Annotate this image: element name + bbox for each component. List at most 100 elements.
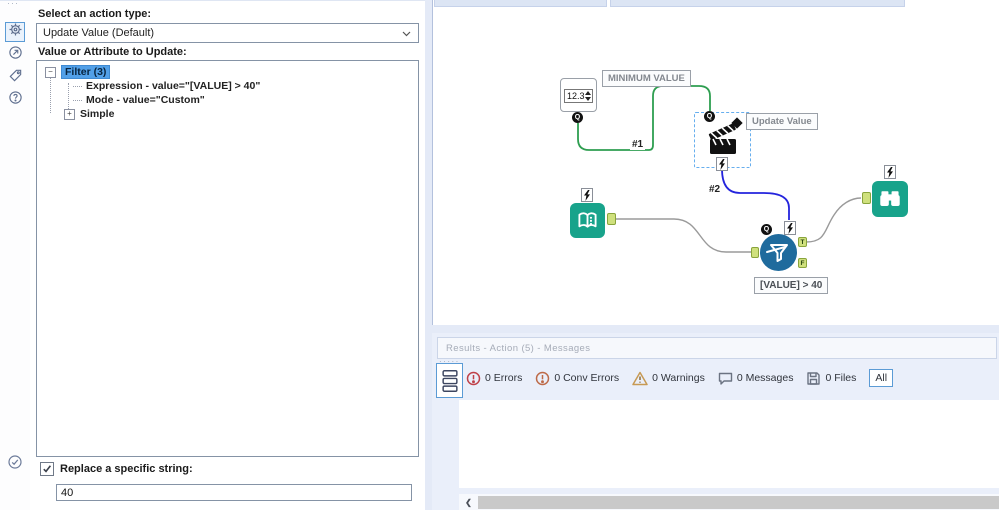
q-port-letter: Q [574, 114, 581, 121]
textinput-bolt-anchor[interactable] [581, 188, 593, 202]
scrollbar-thumb[interactable] [478, 495, 999, 509]
question-anchor[interactable]: Q [761, 224, 772, 235]
funnel-icon [765, 243, 788, 262]
question-anchor[interactable]: Q [704, 111, 715, 122]
tree-node-filter[interactable]: Filter (3) [61, 65, 111, 79]
apply-check-button[interactable] [5, 454, 25, 474]
lightning-bolt-icon [787, 222, 793, 234]
conv-errors-counter[interactable]: 0 Conv Errors [535, 371, 619, 386]
tree-node-expression[interactable]: Expression - value="[VALUE] > 40" [86, 80, 260, 92]
connection-label-2[interactable]: #2 [707, 184, 723, 195]
action-output-bolt-anchor[interactable] [716, 157, 728, 171]
filter-input-bolt-anchor[interactable] [784, 221, 796, 235]
configuration-gear-button[interactable] [5, 22, 25, 42]
connection-wire-gray-input-to-filter [616, 218, 751, 253]
numeric-value: 12.3 [567, 91, 585, 101]
results-content-area [459, 400, 999, 488]
warning-triangle-icon [632, 371, 648, 385]
q-port-letter: Q [763, 226, 770, 233]
check-circle-icon [7, 454, 23, 475]
replace-string-checkbox[interactable] [40, 462, 54, 476]
scroll-left-arrow[interactable]: ❮ [459, 498, 478, 507]
connection-wire-blue [721, 168, 790, 220]
connection-label-1[interactable]: #1 [630, 139, 646, 150]
results-header: Results - Action (5) - Messages [437, 337, 997, 359]
tree-row-filter[interactable]: − Filter (3) [45, 65, 111, 79]
conv-errors-count-label: 0 Conv Errors [554, 372, 620, 384]
messages-count-label: 0 Messages [736, 372, 794, 384]
action-type-label: Select an action type: [38, 8, 152, 20]
filter-true-output-anchor[interactable]: T [798, 237, 807, 247]
browse-input-anchor[interactable] [862, 192, 871, 204]
checkmark-icon [43, 465, 52, 473]
sidebar-drag-handle[interactable]: ··· [7, 0, 19, 8]
gear-icon [8, 22, 23, 42]
expand-icon[interactable]: + [64, 108, 75, 120]
action-configuration-panel: Select an action type: Update Value (Def… [30, 0, 425, 510]
errors-count-label: 0 Errors [485, 372, 523, 384]
textinput-output-anchor[interactable] [607, 213, 616, 225]
files-count-label: 0 Files [825, 372, 857, 384]
filter-all-button[interactable]: All [869, 369, 894, 387]
attribute-to-update-label: Value or Attribute to Update: [38, 46, 187, 58]
navigation-arrow-icon [8, 45, 23, 65]
alteryx-designer-window: { "sidebar": { "icons": ["settings-gear"… [0, 0, 999, 510]
open-book-icon [578, 212, 597, 228]
help-button[interactable] [5, 90, 25, 110]
results-counters-row: 0 Errors 0 Conv Errors 0 Warnings 0 Mess… [466, 366, 894, 390]
numeric-updown-spinbox[interactable]: 12.3 [564, 89, 593, 103]
browse-bolt-anchor[interactable] [884, 165, 896, 179]
tree-node-mode[interactable]: Mode - value="Custom" [86, 94, 205, 106]
numeric-updown-tool[interactable]: 12.3 [560, 78, 597, 112]
tree-connector [73, 99, 82, 101]
f-port-letter: F [800, 260, 805, 267]
warnings-count-label: 0 Warnings [652, 372, 705, 384]
collapse-icon[interactable]: − [45, 66, 56, 78]
messages-view-button[interactable] [436, 363, 463, 398]
tag-icon [8, 68, 23, 88]
file-save-icon [807, 371, 821, 385]
annotation-filter-expression[interactable]: [VALUE] > 40 [754, 277, 829, 294]
error-circle-icon [466, 371, 481, 385]
lightning-bolt-icon [719, 158, 725, 170]
results-title: Results - Action (5) - Messages [446, 342, 591, 354]
message-bubble-icon [718, 372, 733, 385]
chevron-down-icon [402, 24, 418, 42]
text-input-tool[interactable] [570, 203, 605, 238]
annotation-minimum-value[interactable]: MINIMUM VALUE [602, 70, 691, 87]
action-type-dropdown[interactable]: Update Value (Default) [36, 23, 419, 43]
panel-splitter-vertical[interactable] [425, 0, 432, 510]
errors-counter[interactable]: 0 Errors [466, 371, 522, 386]
spinner-arrows-icon[interactable] [585, 91, 592, 101]
browse-tool[interactable] [872, 181, 908, 217]
lightning-bolt-icon [584, 189, 590, 201]
navigation-button[interactable] [5, 45, 25, 65]
filter-tool[interactable] [760, 234, 797, 271]
filter-false-output-anchor[interactable]: F [798, 258, 807, 268]
filter-input-anchor[interactable] [751, 247, 759, 258]
tree-connector [73, 85, 82, 87]
filter-all-label: All [875, 372, 888, 384]
replace-string-row: Replace a specific string: [40, 462, 193, 476]
replace-string-input[interactable] [56, 484, 412, 501]
lightning-bolt-icon [887, 166, 893, 178]
tree-guide-line [50, 77, 51, 113]
action-type-selected-value: Update Value (Default) [43, 27, 155, 39]
attribute-tree: − Filter (3) Expression - value="[VALUE]… [36, 60, 419, 457]
annotation-update-value[interactable]: Update Value [746, 113, 818, 130]
tree-node-simple[interactable]: Simple [80, 108, 114, 120]
results-horizontal-scrollbar[interactable]: ❮ [459, 494, 999, 510]
files-counter[interactable]: 0 Files [806, 371, 856, 386]
q-port-letter: Q [706, 113, 713, 120]
tree-row-mode[interactable]: Mode - value="Custom" [73, 94, 205, 106]
config-sidebar: ··· [0, 0, 30, 510]
warnings-counter[interactable]: 0 Warnings [632, 371, 705, 386]
connection-wire-filter-to-browse [805, 197, 862, 243]
results-splitter-horizontal[interactable] [432, 325, 999, 333]
question-mark-icon [8, 90, 23, 110]
messages-counter[interactable]: 0 Messages [718, 371, 794, 386]
tree-row-simple[interactable]: + Simple [64, 108, 114, 120]
question-anchor[interactable]: Q [572, 112, 583, 123]
annotation-button[interactable] [5, 68, 25, 88]
tree-row-expression[interactable]: Expression - value="[VALUE] > 40" [73, 80, 260, 92]
